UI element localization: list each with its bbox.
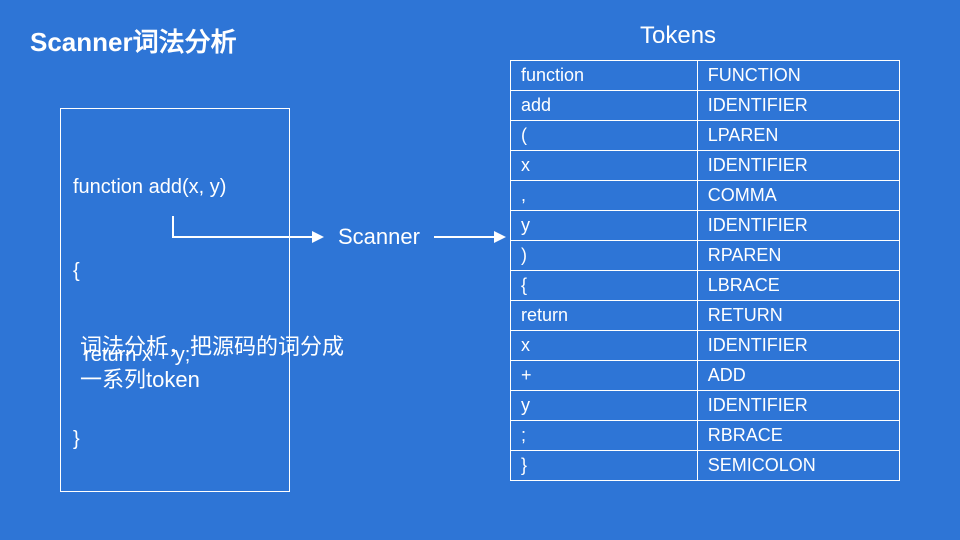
token-lexeme: { [511,271,698,301]
token-type: LPAREN [697,121,899,151]
token-lexeme: add [511,91,698,121]
token-type: RPAREN [697,241,899,271]
token-lexeme: return [511,301,698,331]
token-lexeme: ( [511,121,698,151]
table-row: {LBRACE [511,271,900,301]
tokens-heading: Tokens [640,22,716,50]
code-line: function add(x, y) [73,173,277,201]
token-lexeme: ; [511,421,698,451]
token-type: IDENTIFIER [697,211,899,241]
arrow-down-segment [172,216,174,236]
token-type: COMMA [697,181,899,211]
code-line: { [73,257,277,285]
arrow-segment [172,236,312,238]
code-line: } [73,425,277,453]
description-line: 一系列token [80,363,400,396]
table-row: xIDENTIFIER [511,151,900,181]
tokens-table: functionFUNCTIONaddIDENTIFIER(LPARENxIDE… [510,60,900,481]
token-lexeme: x [511,331,698,361]
scanner-label: Scanner [338,224,420,250]
token-type: IDENTIFIER [697,331,899,361]
token-type: RETURN [697,301,899,331]
token-lexeme: function [511,61,698,91]
table-row: +ADD [511,361,900,391]
table-row: ;RBRACE [511,421,900,451]
table-row: functionFUNCTION [511,61,900,91]
table-row: ,COMMA [511,181,900,211]
table-row: (LPAREN [511,121,900,151]
token-type: LBRACE [697,271,899,301]
table-row: xIDENTIFIER [511,331,900,361]
token-type: IDENTIFIER [697,91,899,121]
token-type: ADD [697,361,899,391]
table-row: yIDENTIFIER [511,391,900,421]
token-type: IDENTIFIER [697,391,899,421]
table-row: yIDENTIFIER [511,211,900,241]
arrow-segment [434,236,494,238]
arrow-right-icon [312,231,324,243]
token-lexeme: y [511,211,698,241]
description-line: 词法分析，把源码的词分成 [80,330,400,363]
token-type: FUNCTION [697,61,899,91]
scanner-flow: Scanner [172,222,506,252]
table-row: returnRETURN [511,301,900,331]
page-title: Scanner词法分析 [30,22,237,59]
description-text: 词法分析，把源码的词分成 一系列token [80,330,400,396]
table-row: )RPAREN [511,241,900,271]
table-row: addIDENTIFIER [511,91,900,121]
token-type: IDENTIFIER [697,151,899,181]
arrow-right-icon [494,231,506,243]
token-lexeme: ) [511,241,698,271]
token-lexeme: + [511,361,698,391]
token-type: RBRACE [697,421,899,451]
table-row: }SEMICOLON [511,451,900,481]
token-lexeme: y [511,391,698,421]
token-lexeme: , [511,181,698,211]
token-type: SEMICOLON [697,451,899,481]
source-code-box: function add(x, y) { return x + y; } [60,108,290,492]
token-lexeme: x [511,151,698,181]
token-lexeme: } [511,451,698,481]
